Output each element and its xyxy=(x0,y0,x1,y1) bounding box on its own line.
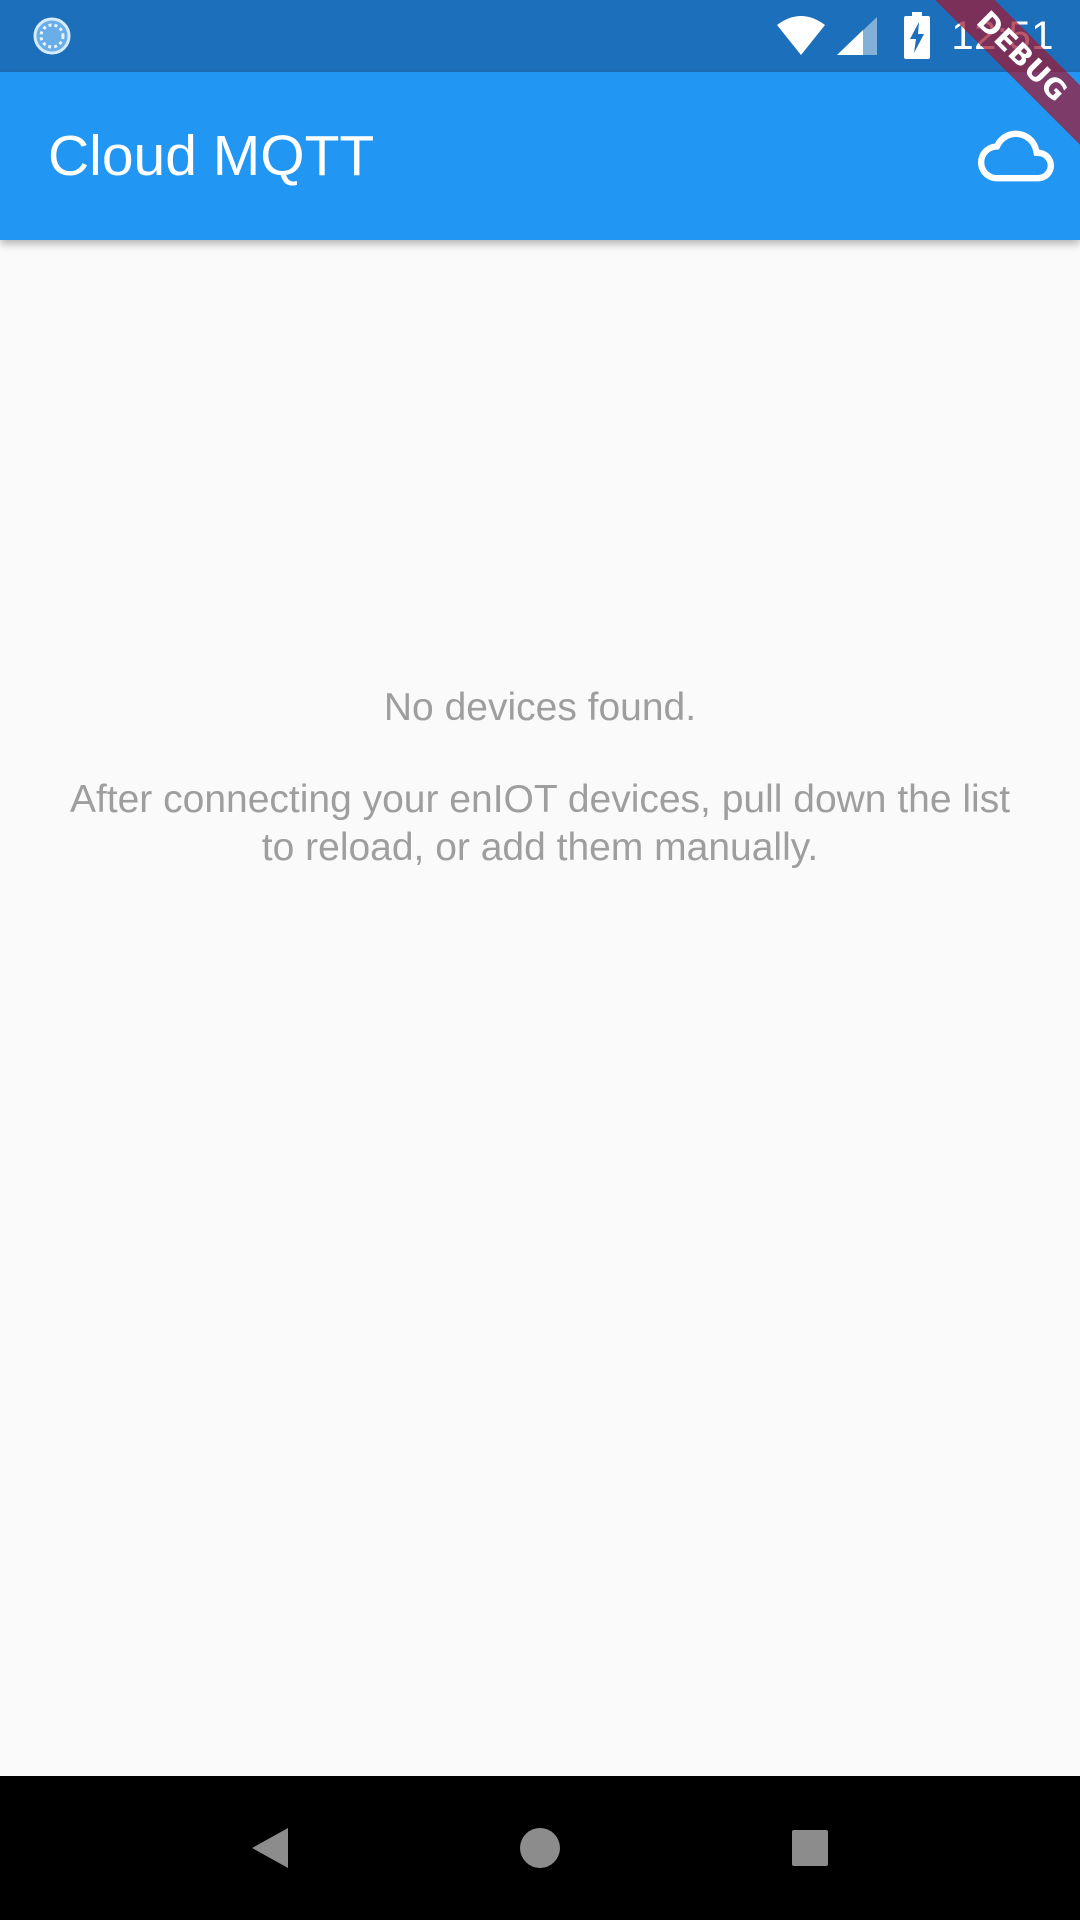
cell-signal-icon xyxy=(837,17,878,55)
home-icon xyxy=(520,1828,560,1868)
navigation-bar xyxy=(0,1776,1080,1920)
app-bar: Cloud MQTT xyxy=(0,72,1080,240)
battery-charging-icon xyxy=(904,12,931,59)
recents-icon xyxy=(792,1830,828,1866)
back-icon xyxy=(252,1828,288,1868)
app-title: Cloud MQTT xyxy=(48,124,375,188)
wifi-icon xyxy=(777,16,826,55)
app-screen: 12:51 Cloud MQTT DEBUG No devices found.… xyxy=(0,0,1080,1920)
loading-spinner-icon xyxy=(33,17,71,55)
status-bar: 12:51 xyxy=(0,0,1080,72)
cloud-icon xyxy=(978,130,1054,182)
empty-state-message: After connecting your enIOT devices, pul… xyxy=(69,778,1011,869)
recents-button[interactable] xyxy=(770,1808,850,1888)
status-icons: 12:51 xyxy=(775,0,1054,72)
back-button[interactable] xyxy=(230,1808,310,1888)
empty-state-title: No devices found. xyxy=(383,686,697,729)
empty-state: No devices found. After connecting your … xyxy=(60,680,1020,872)
status-time: 12:51 xyxy=(951,13,1054,58)
home-button[interactable] xyxy=(500,1808,580,1888)
cloud-button[interactable] xyxy=(974,114,1058,198)
